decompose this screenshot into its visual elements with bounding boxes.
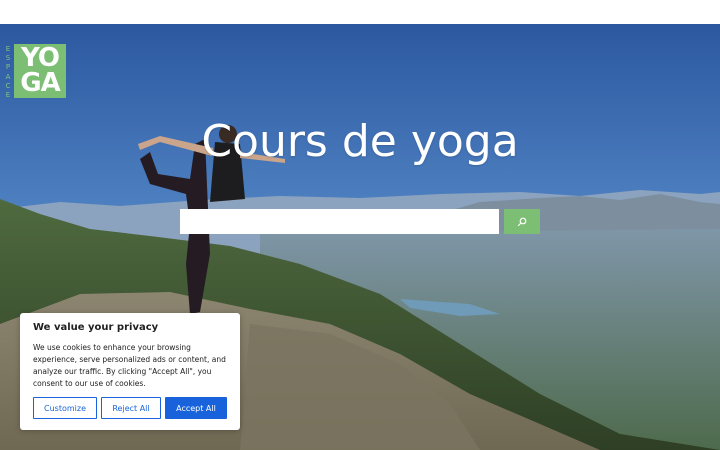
site-logo[interactable]: E S P A C E YO GA [4, 44, 66, 100]
cookie-title: We value your privacy [33, 322, 159, 333]
hero-section: E S P A C E YO GA Cours de yoga We value… [0, 24, 720, 450]
search-icon [517, 217, 527, 226]
cookie-consent-banner: We value your privacy We use cookies to … [20, 313, 240, 430]
cookie-button-row: Customize Reject All Accept All [33, 397, 227, 419]
cookie-description: We use cookies to enhance your browsing … [33, 343, 226, 388]
accept-all-button[interactable]: Accept All [165, 397, 227, 419]
customize-button[interactable]: Customize [33, 397, 97, 419]
search-input[interactable] [180, 209, 499, 234]
logo-yoga-box: YO GA [14, 44, 66, 98]
search-button[interactable] [504, 209, 540, 234]
hero-title: Cours de yoga [201, 116, 519, 167]
top-bar [0, 0, 720, 24]
logo-espace-text: E S P A C E [5, 45, 11, 99]
reject-all-button[interactable]: Reject All [101, 397, 161, 419]
